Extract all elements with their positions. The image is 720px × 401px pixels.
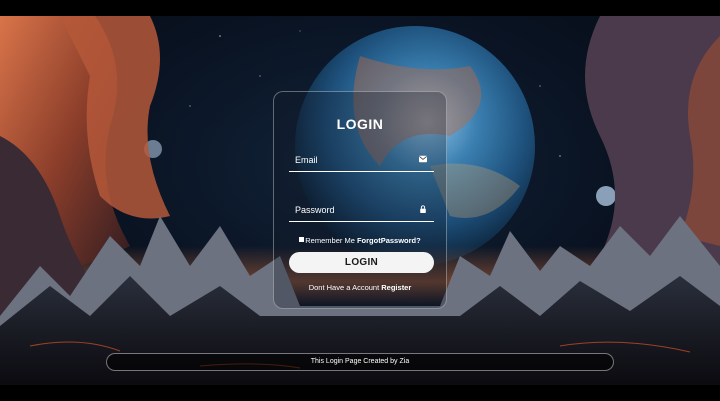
email-field-wrapper <box>289 149 434 172</box>
register-row: Dont Have a Account Register <box>274 283 446 292</box>
login-page: LOGIN Remember Me ForgotPassword? LOGIN … <box>0 0 720 401</box>
login-button[interactable]: LOGIN <box>289 252 434 273</box>
remember-me-checkbox[interactable] <box>299 237 305 242</box>
footer-credit-text: This Login Page Created by Zia <box>310 358 410 365</box>
forgot-password-link[interactable]: ForgotPassword? <box>357 236 421 245</box>
password-input[interactable] <box>293 201 417 219</box>
password-field-wrapper <box>289 199 434 222</box>
lock-icon <box>420 205 426 213</box>
envelope-icon <box>419 155 427 163</box>
no-account-text: Dont Have a Account <box>308 283 380 292</box>
login-title: LOGIN <box>336 116 384 132</box>
remember-forgot-row: Remember Me ForgotPassword? <box>274 236 446 245</box>
register-link[interactable]: Register <box>381 283 411 292</box>
remember-me-label[interactable]: Remember Me <box>305 236 355 245</box>
footer-credit-bar: This Login Page Created by Zia <box>106 353 614 371</box>
email-input[interactable] <box>293 151 417 169</box>
login-card: LOGIN Remember Me ForgotPassword? LOGIN … <box>273 91 447 309</box>
